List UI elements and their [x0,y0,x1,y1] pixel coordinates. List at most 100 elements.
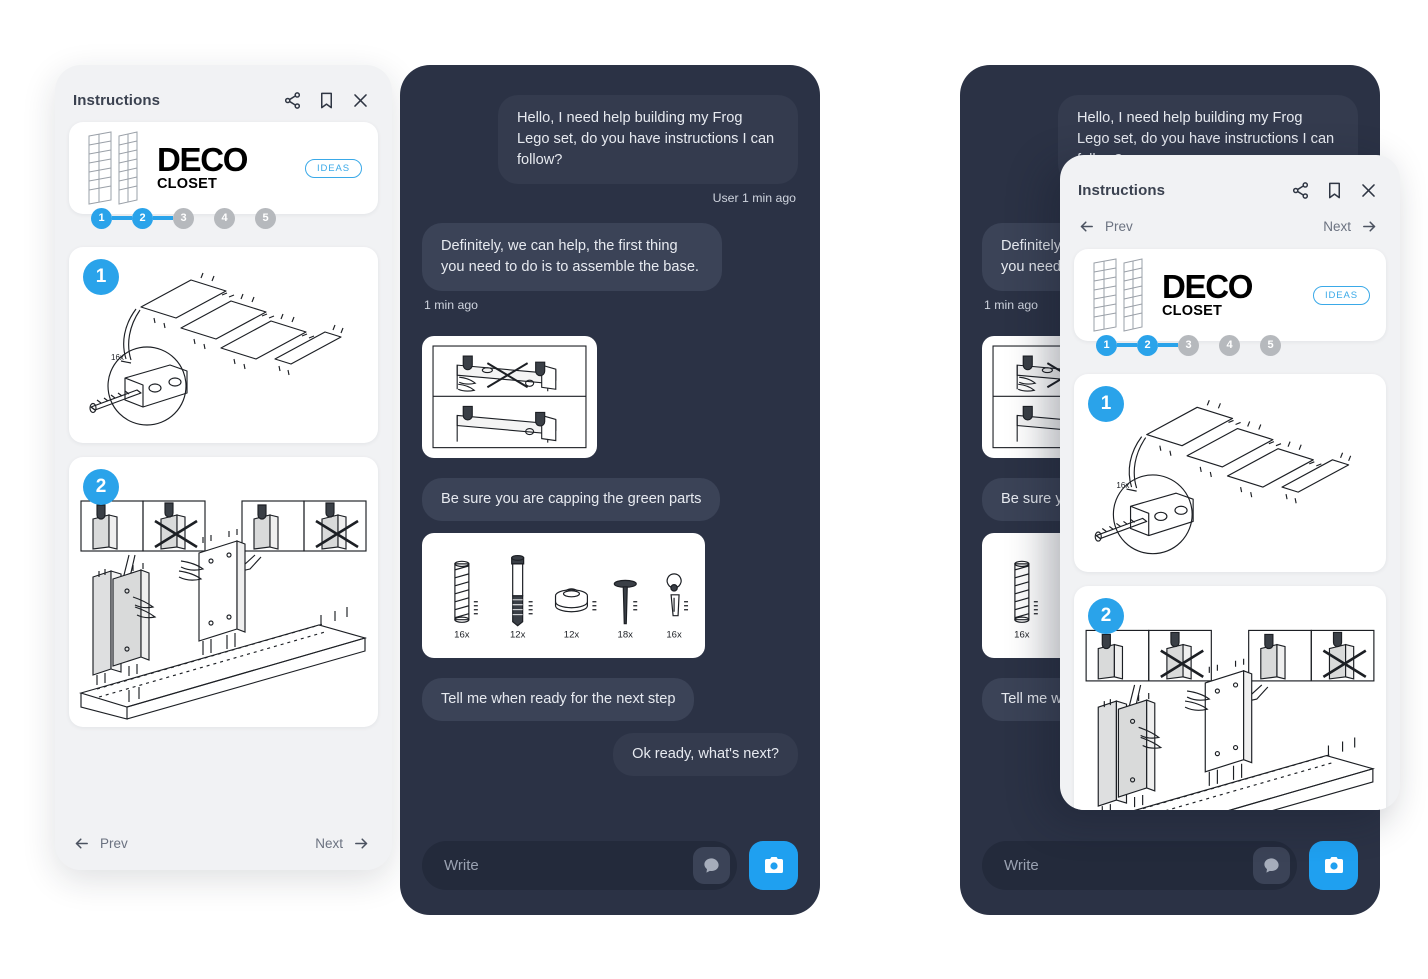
step-connector-2-3 [1158,343,1178,347]
chat-message-list: Hello, I need help building my Frog Lego… [400,65,820,829]
message-bubble: Ok ready, what's next? [613,733,798,777]
product-subtitle: CLOSET [157,176,218,193]
hardware-parts-illustration: 16x 12x 12x 18x 16x [429,539,698,652]
step-progress-indicator: 1 2 3 4 5 [55,203,392,233]
chat-message-user-2: Ok ready, what's next? [422,733,798,777]
camera-button[interactable] [1309,840,1358,890]
message-timestamp: 1 min ago [424,298,479,312]
step-connector-1-2 [1117,343,1137,347]
share-icon[interactable] [283,91,302,110]
camera-icon [1324,857,1343,873]
part-qty-nail: 18x [618,629,634,640]
product-hero-card: DECO CLOSET IDEAS [1074,249,1386,341]
step-card-1[interactable]: 1 16x [1074,374,1386,572]
closet-thumbnail-icon [1090,257,1148,333]
close-icon[interactable] [1359,181,1378,200]
part-qty-bracket: 16x [666,629,682,640]
panel-header: Instructions [1060,155,1400,212]
chat-message-image-1 [422,330,798,472]
arrow-right-icon [1361,218,1378,235]
product-subtitle: CLOSET [1162,303,1223,320]
step-card-2[interactable]: 2 [69,457,378,727]
panel-top-nav: Prev Next [1060,212,1400,249]
svg-text:16x: 16x [111,353,124,362]
camera-icon [764,857,783,873]
step-dot-1[interactable]: 1 [1096,334,1117,356]
message-input-wrap[interactable]: Write [982,840,1297,890]
step-dot-3[interactable]: 3 [173,207,194,229]
steps-list: 1 16x 2 [1060,360,1400,810]
chat-message-assistant-2: Be sure you are capping the green parts [422,477,798,521]
part-qty-cam-bolt: 12x [510,629,526,640]
step-number-badge-1: 1 [83,259,119,295]
step-progress-indicator: 1 2 3 4 5 [1060,330,1400,360]
arrow-left-icon [73,835,90,852]
step-dot-1[interactable]: 1 [91,207,112,229]
page-title: Instructions [1078,182,1166,199]
message-input[interactable]: Write [444,857,693,874]
share-icon[interactable] [1291,181,1310,200]
chat-bubble-icon-button[interactable] [693,846,730,884]
step-connector-2-3 [153,216,173,220]
step-dot-5[interactable]: 5 [1260,334,1281,356]
step-card-2[interactable]: 2 [1074,585,1386,810]
chat-panel-left: Hello, I need help building my Frog Lego… [400,65,820,915]
step-number-badge-2: 2 [1088,597,1124,634]
chat-message-assistant-1: Definitely, we can help, the first thing… [422,223,798,324]
step-dot-4[interactable]: 4 [214,207,235,229]
prev-label: Prev [100,836,128,851]
product-brand: DECO [157,140,248,178]
message-bubble: Definitely, we can help, the first thing… [422,223,722,291]
attached-image-card[interactable] [422,336,597,458]
cap-rail-do-dont-illustration [432,345,587,449]
next-label: Next [315,836,343,851]
chat-bubble-icon-button[interactable] [1253,846,1290,884]
message-bubble: Be sure you are capping the green parts [422,477,721,521]
camera-button[interactable] [749,840,798,890]
bookmark-icon[interactable] [317,91,336,110]
product-name-block: DECO CLOSET [1162,267,1253,320]
panel-header: Instructions [55,65,392,122]
close-icon[interactable] [351,91,370,110]
product-hero-card: DECO CLOSET IDEAS [69,122,378,214]
step-dot-2[interactable]: 2 [132,207,153,229]
parts-list-card[interactable]: 16x 12x 12x 18x 16x [422,532,705,659]
header-icon-group [283,91,370,110]
message-input[interactable]: Write [1004,857,1253,874]
part-qty-cam-lock: 12x [564,629,580,640]
app-stage: Instructions DECO CLOSET IDEAS 1 2 3 4 5… [0,0,1428,979]
step-dot-4[interactable]: 4 [1219,334,1240,356]
step-number-badge-1: 1 [1088,386,1124,422]
step-dot-3[interactable]: 3 [1178,334,1199,356]
next-label: Next [1323,219,1351,234]
message-bubble: Hello, I need help building my Frog Lego… [498,95,798,184]
message-input-wrap[interactable]: Write [422,840,737,890]
bookmark-icon[interactable] [1325,181,1344,200]
instructions-panel-left: Instructions DECO CLOSET IDEAS 1 2 3 4 5… [55,65,392,870]
step-dot-5[interactable]: 5 [255,207,276,229]
prev-label: Prev [1105,219,1133,234]
steps-list: 1 16x 2 [55,233,392,727]
part-qty-dowel: 16x [454,629,470,640]
arrow-left-icon [1078,218,1095,235]
svg-text:16x: 16x [1116,481,1129,490]
step-card-1[interactable]: 1 16x [69,247,378,443]
step-connector-1-2 [112,216,132,220]
chat-composer: Write [400,829,820,915]
chat-message-assistant-3: Tell me when ready for the next step [422,678,798,722]
next-button[interactable]: Next [315,835,370,852]
message-bubble: Tell me when ready for the next step [422,678,695,722]
message-timestamp: 1 min ago [984,298,1039,312]
arrow-right-icon [353,835,370,852]
prev-button[interactable]: Prev [73,835,128,852]
product-name-block: DECO CLOSET [157,140,248,193]
closet-thumbnail-icon [85,130,143,206]
product-brand: DECO [1162,267,1253,305]
step-dot-2[interactable]: 2 [1137,334,1158,356]
instructions-panel-overlay: Instructions Prev Next DECO CLOSET IDEAS… [1060,155,1400,810]
next-button[interactable]: Next [1323,218,1378,235]
ideas-badge: IDEAS [1312,285,1370,305]
message-timestamp: User 1 min ago [712,191,796,205]
prev-button[interactable]: Prev [1078,218,1133,235]
panel-footer-nav: Prev Next [55,823,392,870]
